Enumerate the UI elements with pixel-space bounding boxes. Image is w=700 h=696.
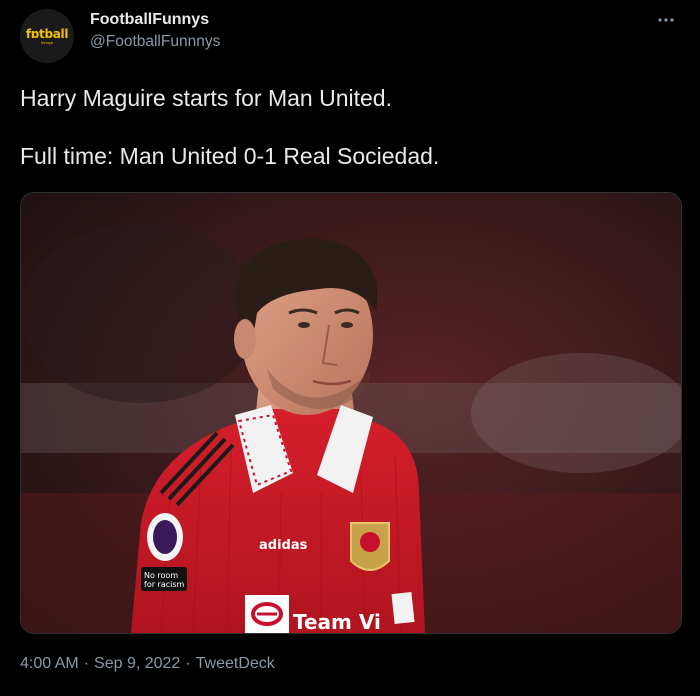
tweet-line-1: Harry Maguire starts for Man United. — [20, 85, 392, 111]
tweet: fɒtball funnys FootballFunnys @FootballF… — [0, 0, 700, 696]
adidas-logo-text: adidas — [259, 538, 308, 553]
avatar[interactable]: fɒtball funnys — [20, 9, 74, 63]
more-options-icon[interactable] — [652, 10, 680, 30]
user-handle[interactable]: @FootballFunnnys — [90, 33, 220, 51]
svg-text:for racism: for racism — [144, 580, 185, 589]
tweet-text: Harry Maguire starts for Man United. Ful… — [20, 84, 680, 171]
sponsor-text: Team Vi — [293, 610, 381, 633]
display-name[interactable]: FootballFunnys — [90, 11, 209, 29]
separator: · — [83, 655, 90, 672]
separator: · — [185, 655, 191, 672]
player-photo-illustration: No room for racism adidas Team Vi — [21, 193, 681, 633]
tweet-line-2: Full time: Man United 0-1 Real Sociedad. — [20, 143, 440, 169]
avatar-logo-text: fɒtball — [25, 26, 69, 41]
tweet-time[interactable]: 4:00 AM — [20, 655, 79, 672]
tweet-metadata: 4:00 AM · Sep 9, 2022 · TweetDeck — [20, 655, 275, 673]
tweet-date[interactable]: Sep 9, 2022 — [94, 655, 180, 672]
tweet-photo[interactable]: No room for racism adidas Team Vi — [20, 192, 682, 634]
tweet-source[interactable]: TweetDeck — [196, 655, 275, 672]
avatar-logo-subtext: funnys — [41, 39, 53, 45]
no-room-for-racism-text: No room — [144, 571, 178, 580]
